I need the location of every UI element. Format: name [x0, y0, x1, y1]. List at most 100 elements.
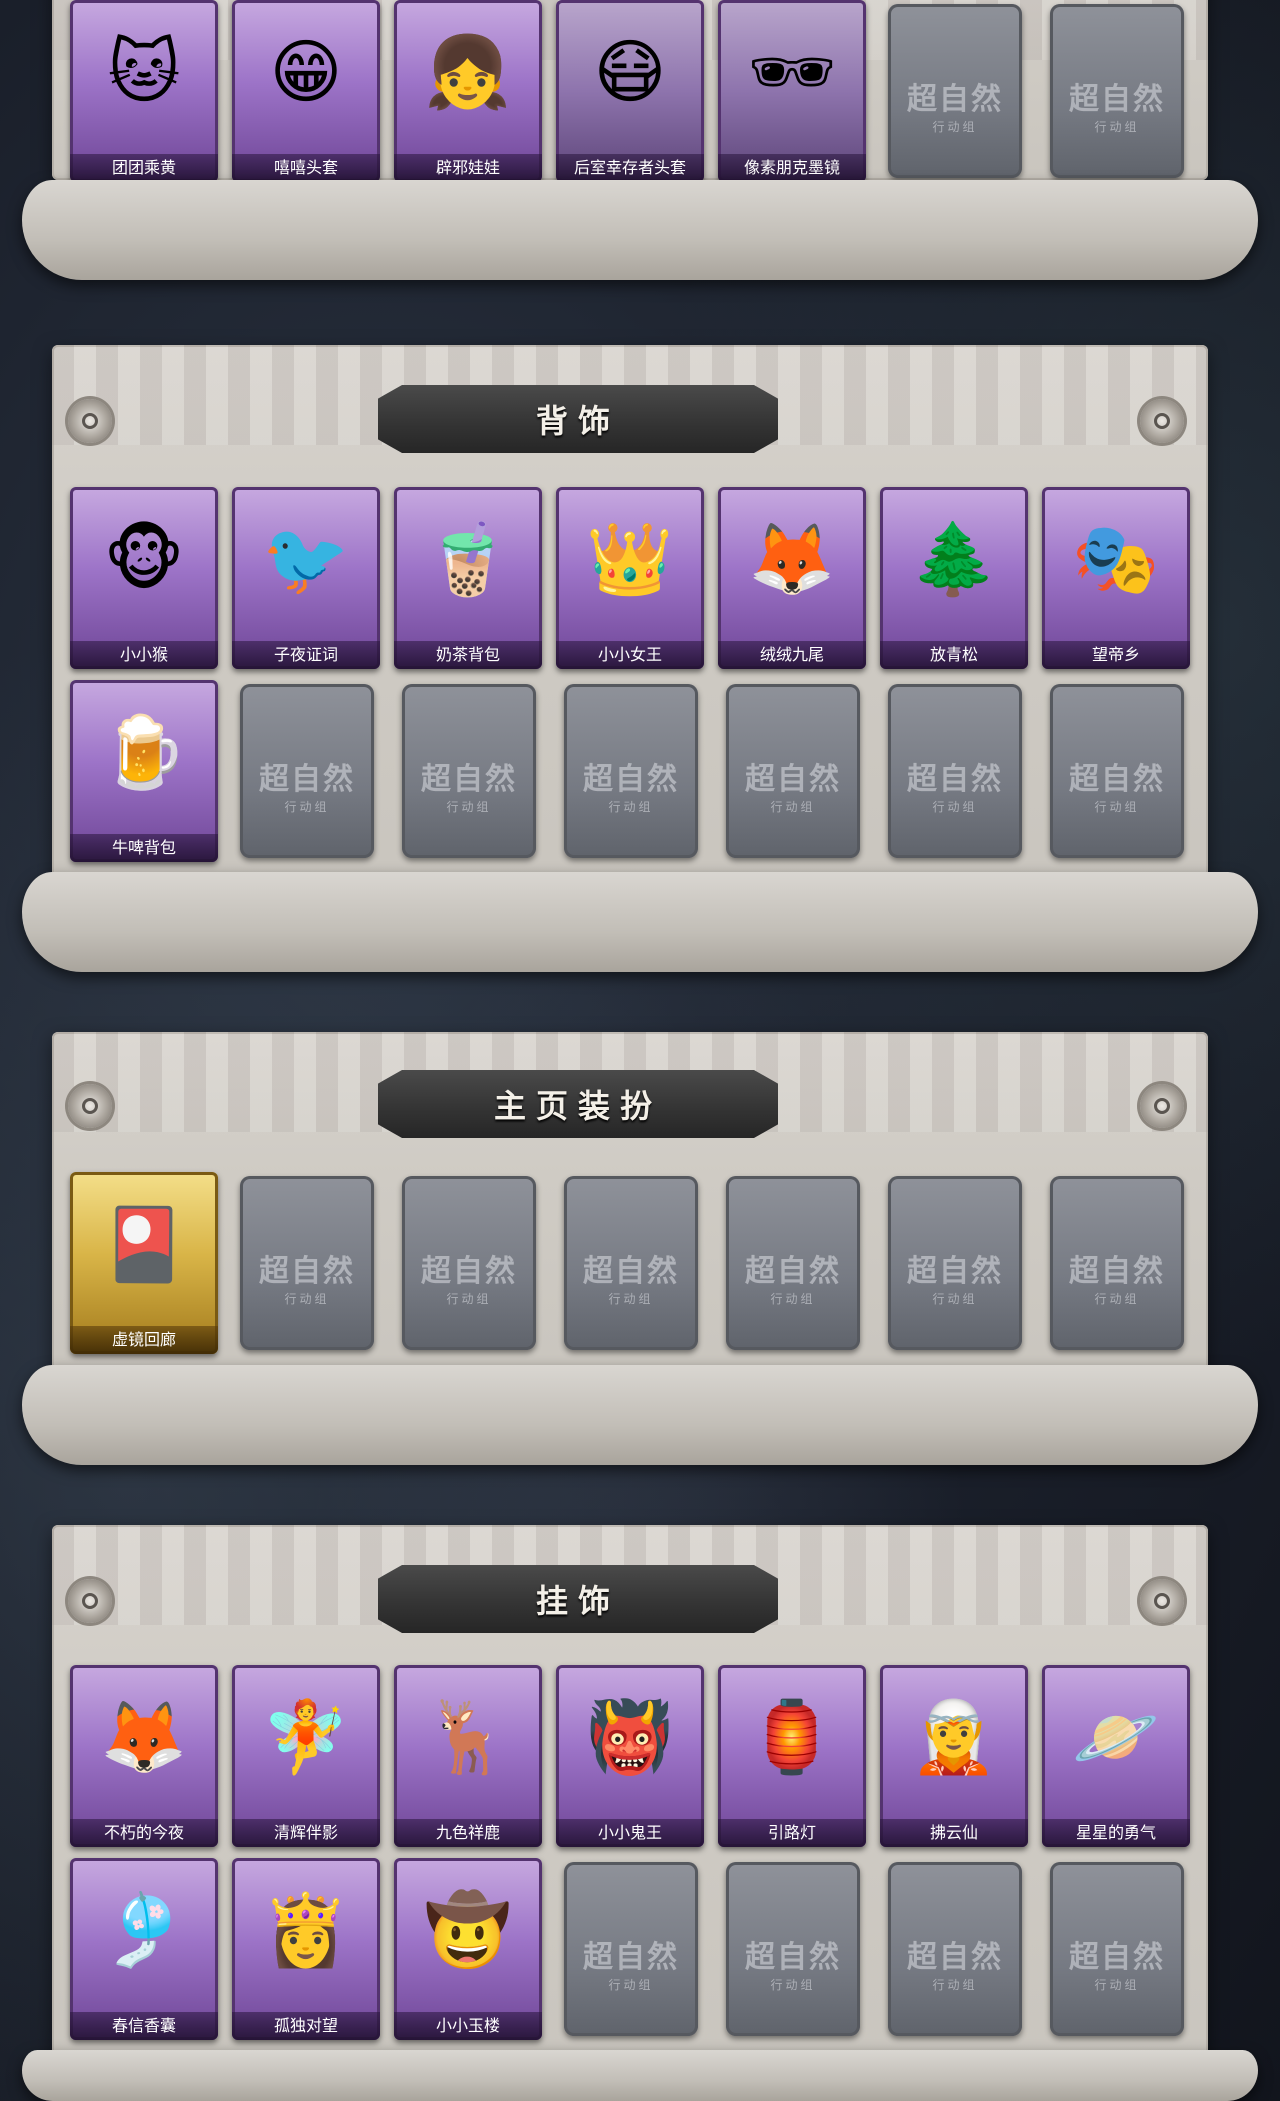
item-label: 团团乘黄	[70, 154, 218, 182]
section-title-banner: 主页装扮	[378, 1070, 778, 1138]
ornament-left-icon	[68, 1579, 112, 1623]
item-card[interactable]: 😷 后室幸存者头套	[556, 0, 704, 182]
placeholder-logo-text: 超自然	[259, 761, 355, 797]
placeholder-logo: 超自然 行动组	[888, 1932, 1022, 1993]
monkey-icon: 🐵	[103, 520, 185, 598]
item-label: 九色祥鹿	[394, 1819, 542, 1847]
beer-barrel-icon: 🍺	[100, 713, 188, 791]
item-label: 春信香囊	[70, 2012, 218, 2040]
placeholder-logo-sub: 行动组	[446, 799, 492, 814]
doll-face-icon: 👧	[424, 33, 512, 111]
item-card[interactable]: 🌲 放青松	[880, 487, 1028, 669]
placeholder-logo: 超自然 行动组	[1050, 1932, 1184, 1993]
item-card[interactable]: 🍺 牛啤背包	[70, 680, 218, 862]
placeholder-logo-sub: 行动组	[608, 1977, 654, 1992]
ornament-right-icon	[1140, 399, 1184, 443]
empty-slot: 超自然 行动组	[726, 684, 860, 858]
placeholder-logo: 超自然 行动组	[888, 754, 1022, 815]
item-card[interactable]: 🦊 绒绒九尾	[718, 487, 866, 669]
placeholder-logo-text: 超自然	[1069, 1253, 1165, 1289]
ornament-right-icon	[1140, 1084, 1184, 1128]
placeholder-logo: 超自然 行动组	[240, 754, 374, 815]
item-card[interactable]: 🎭 望帝乡	[1042, 487, 1190, 669]
item-label: 望帝乡	[1042, 641, 1190, 669]
item-card[interactable]: 🧋 奶茶背包	[394, 487, 542, 669]
placeholder-logo: 超自然 行动组	[402, 1246, 536, 1307]
placeholder-logo-text: 超自然	[583, 1939, 679, 1975]
empty-slot: 超自然 行动组	[888, 1176, 1022, 1350]
empty-slot: 超自然 行动组	[240, 684, 374, 858]
empty-slot: 超自然 行动组	[1050, 1862, 1184, 2036]
lantern-icon: 🏮	[748, 1698, 836, 1776]
item-card[interactable]: 🧝 拂云仙	[880, 1665, 1028, 1847]
item-label: 放青松	[880, 641, 1028, 669]
scroll-edge	[22, 180, 1258, 280]
placeholder-logo-sub: 行动组	[608, 799, 654, 814]
placeholder-logo-sub: 行动组	[932, 1977, 978, 1992]
placeholder-logo-sub: 行动组	[770, 799, 816, 814]
fox-icon: 🦊	[748, 520, 836, 598]
placeholder-logo-text: 超自然	[745, 1939, 841, 1975]
empty-slot: 超自然 行动组	[888, 684, 1022, 858]
empty-slot: 超自然 行动组	[240, 1176, 374, 1350]
placeholder-logo-text: 超自然	[745, 1253, 841, 1289]
placeholder-logo-text: 超自然	[421, 1253, 517, 1289]
item-label: 不朽的今夜	[70, 1819, 218, 1847]
item-card[interactable]: 🧚 清辉伴影	[232, 1665, 380, 1847]
placeholder-logo-sub: 行动组	[932, 799, 978, 814]
item-card[interactable]: 👸 孤独对望	[232, 1858, 380, 2040]
item-card[interactable]: 🎐 春信香囊	[70, 1858, 218, 2040]
placeholder-logo: 超自然 行动组	[726, 754, 860, 815]
item-card[interactable]: 🎴 虚镜回廊	[70, 1172, 218, 1354]
empty-slot: 超自然 行动组	[1050, 684, 1184, 858]
ornament-left-icon	[68, 1084, 112, 1128]
item-card[interactable]: 🦊 不朽的今夜	[70, 1665, 218, 1847]
demon-king-icon: 👹	[586, 1698, 674, 1776]
item-card[interactable]: 👹 小小鬼王	[556, 1665, 704, 1847]
section-title: 主页装扮	[493, 1087, 662, 1125]
item-card[interactable]: 👑 小小女王	[556, 487, 704, 669]
placeholder-logo: 超自然 行动组	[1050, 754, 1184, 815]
item-card[interactable]: 😁 嘻嘻头套	[232, 0, 380, 182]
placeholder-logo-sub: 行动组	[932, 119, 978, 134]
gas-mask-icon: 😷	[593, 33, 667, 111]
placeholder-logo-text: 超自然	[907, 761, 1003, 797]
item-card[interactable]: 🤠 小小玉楼	[394, 1858, 542, 2040]
cat-plush-icon: 🐱	[107, 33, 181, 111]
item-card[interactable]: 🐱 团团乘黄	[70, 0, 218, 182]
item-card[interactable]: 🐦 子夜证词	[232, 487, 380, 669]
placeholder-logo-sub: 行动组	[284, 799, 330, 814]
mask-figure-icon: 🎭	[1072, 520, 1160, 598]
item-label: 小小女王	[556, 641, 704, 669]
item-card[interactable]: 👧 辟邪娃娃	[394, 0, 542, 182]
placeholder-logo: 超自然 行动组	[402, 754, 536, 815]
item-label: 星星的勇气	[1042, 1819, 1190, 1847]
pixel-sunglasses-icon: 🕶	[747, 33, 837, 111]
item-label: 小小鬼王	[556, 1819, 704, 1847]
item-label: 虚镜回廊	[70, 1326, 218, 1354]
empty-slot: 超自然 行动组	[402, 684, 536, 858]
empty-slot: 超自然 行动组	[564, 1862, 698, 2036]
placeholder-logo: 超自然 行动组	[726, 1932, 860, 1993]
empty-slot: 超自然 行动组	[1050, 1176, 1184, 1350]
placeholder-logo-sub: 行动组	[1094, 1977, 1140, 1992]
pink-fox-cup-icon: 🦊	[100, 1698, 188, 1776]
item-card[interactable]: 🦌 九色祥鹿	[394, 1665, 542, 1847]
placeholder-logo-sub: 行动组	[284, 1291, 330, 1306]
item-card[interactable]: 🐵 小小猴	[70, 487, 218, 669]
item-card[interactable]: 🪐 星星的勇气	[1042, 1665, 1190, 1847]
placeholder-logo-sub: 行动组	[1094, 799, 1140, 814]
empty-slot: 超自然 行动组	[1050, 4, 1184, 178]
item-label: 小小玉楼	[394, 2012, 542, 2040]
item-label: 像素朋克墨镜	[718, 154, 866, 182]
item-label: 子夜证词	[232, 641, 380, 669]
planet-girl-icon: 🪐	[1072, 1698, 1160, 1776]
placeholder-logo-text: 超自然	[421, 761, 517, 797]
item-card[interactable]: 🏮 引路灯	[718, 1665, 866, 1847]
item-label: 孤独对望	[232, 2012, 380, 2040]
lonely-girl-icon: 👸	[262, 1891, 350, 1969]
item-card[interactable]: 🕶 像素朋克墨镜	[718, 0, 866, 182]
placeholder-logo-sub: 行动组	[446, 1291, 492, 1306]
placeholder-logo-text: 超自然	[907, 1253, 1003, 1289]
empty-slot: 超自然 行动组	[726, 1176, 860, 1350]
